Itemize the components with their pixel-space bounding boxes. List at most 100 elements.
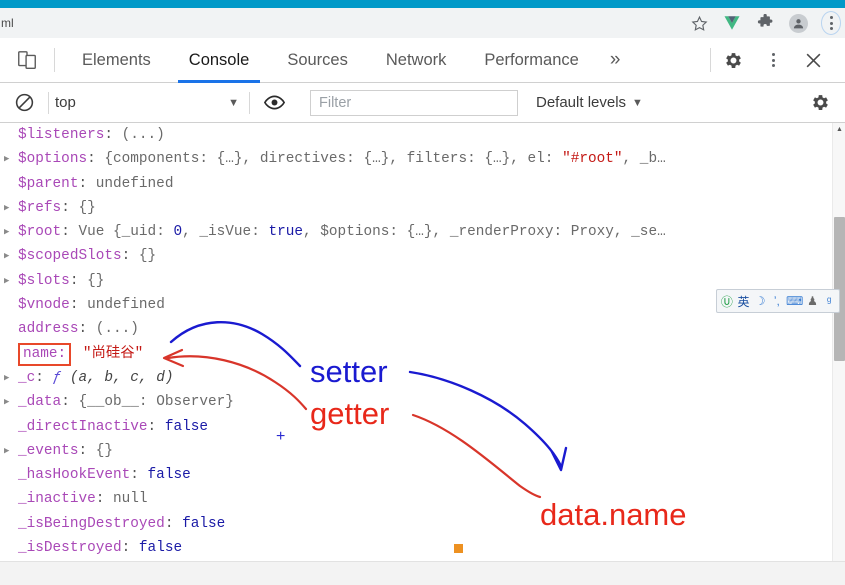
property-separator: : [61, 224, 79, 241]
property-separator: : [147, 418, 165, 435]
console-property-row[interactable]: $options: {components: {…}, directives: … [0, 147, 845, 171]
more-tabs-chevron-icon[interactable]: » [598, 38, 633, 83]
expand-triangle-icon[interactable] [4, 390, 9, 414]
console-property-row[interactable]: $refs: {} [0, 196, 845, 220]
property-value-segment: 0 [173, 224, 183, 241]
console-property-row[interactable]: _data: {__ob__: Observer} [0, 390, 845, 414]
tab-performance[interactable]: Performance [465, 38, 597, 83]
tab-elements[interactable]: Elements [63, 38, 170, 83]
property-value: undefined [87, 297, 165, 314]
expand-triangle-icon[interactable] [4, 269, 9, 293]
ime-halfwidth-moon-icon[interactable]: ☽ [753, 292, 767, 310]
console-property-row[interactable]: $listeners: (...) [0, 123, 845, 147]
devtools-more-options-icon[interactable] [755, 38, 791, 83]
property-key: _data [18, 394, 62, 411]
profile-avatar-icon[interactable] [788, 13, 808, 33]
console-property-row[interactable]: _directInactive: false [0, 415, 845, 439]
console-property-row[interactable]: _events: {} [0, 439, 845, 463]
property-separator: : [61, 394, 79, 411]
property-separator: : [104, 127, 122, 143]
property-value: {} [138, 248, 157, 265]
annotation-data-name-label: data.name [540, 497, 687, 532]
console-settings-gear-icon[interactable] [810, 92, 845, 113]
property-value: {__ob__: Observer} [78, 394, 234, 411]
ime-punctuation-icon[interactable]: ʼ, [770, 292, 784, 310]
property-key: name: [18, 342, 72, 366]
property-value-segment: , _isVue: [182, 224, 269, 241]
console-property-row[interactable]: _c: ƒ (a, b, c, d) [0, 366, 845, 390]
console-property-row[interactable]: $parent: undefined [0, 172, 845, 196]
console-property-row[interactable]: _isDestroyed: false [0, 536, 845, 560]
property-key: $parent [18, 175, 79, 192]
property-value-segment: , $options: {…}, _renderProxy: Proxy, _s… [303, 224, 666, 241]
kebab-menu-icon[interactable] [821, 11, 841, 35]
tab-network[interactable]: Network [367, 38, 466, 83]
console-property-row[interactable]: _inactive: null [0, 487, 845, 511]
scrollbar-up-arrow-icon[interactable]: ▲ [833, 123, 845, 136]
execution-context-value: top [55, 94, 76, 111]
devtools-tabbar-actions [710, 38, 845, 83]
execution-context-dropdown[interactable]: top ▼ [49, 83, 249, 123]
property-value: false [138, 540, 183, 557]
filter-input[interactable]: Filter [310, 89, 518, 116]
property-separator [74, 346, 83, 362]
property-key: $scopedSlots [18, 248, 122, 265]
expand-triangle-icon[interactable] [4, 244, 9, 268]
omnibox-url-text[interactable]: ml [0, 16, 14, 30]
gear-icon[interactable] [715, 38, 751, 83]
console-scrollbar[interactable]: ▲ [832, 123, 845, 561]
console-property-row[interactable]: _isBeingDestroyed: false [0, 512, 845, 536]
star-icon[interactable] [689, 13, 709, 33]
live-expression-eye-icon[interactable] [250, 83, 298, 123]
property-key: address [18, 321, 79, 338]
console-prompt-area[interactable] [0, 561, 845, 585]
clear-console-icon[interactable] [0, 83, 48, 123]
ime-language-chinese-icon[interactable]: 英 [737, 292, 751, 310]
ime-toolbox-wrench-icon[interactable]: ᵍ [822, 292, 836, 310]
console-property-row[interactable]: address: (...) [0, 317, 845, 341]
devtools-tab-list: Elements Console Sources Network Perform… [63, 38, 632, 83]
device-toolbar-icon[interactable] [0, 38, 54, 83]
log-levels-dropdown[interactable]: Default levels ▼ [536, 94, 643, 111]
ime-user-icon[interactable]: ♟ [806, 292, 820, 310]
vue-devtools-icon[interactable] [722, 13, 742, 33]
expand-triangle-icon[interactable] [4, 439, 9, 463]
property-key: $slots [18, 272, 70, 289]
property-separator: : [78, 442, 96, 459]
expand-triangle-icon[interactable] [4, 220, 9, 244]
puzzle-piece-icon[interactable] [755, 13, 775, 33]
browser-window: ml Elements Console Sources Network Perf… [0, 0, 845, 585]
property-key: _inactive [18, 491, 96, 508]
property-separator: : [130, 467, 148, 484]
devtools-tabbar: Elements Console Sources Network Perform… [0, 38, 845, 83]
tab-console[interactable]: Console [170, 38, 269, 83]
property-value-segment: {components: {…}, directives: {…}, filte… [104, 151, 563, 168]
expand-triangle-icon[interactable] [4, 366, 9, 390]
property-value: (...) [95, 321, 139, 338]
ime-floating-toolbar[interactable]: Ⓤ 英 ☽ ʼ, ⌨ ♟ ᵍ [716, 289, 840, 313]
tab-sources[interactable]: Sources [268, 38, 367, 83]
expand-triangle-icon[interactable] [4, 196, 9, 220]
annotation-getter-label: getter [310, 396, 390, 431]
console-property-row[interactable]: name: "尚硅谷" [0, 342, 845, 366]
property-separator: : [121, 540, 139, 557]
expand-triangle-icon[interactable] [4, 147, 9, 171]
console-filter-toolbar: top ▼ Filter Default levels ▼ [0, 83, 845, 123]
console-property-row[interactable]: $root: Vue {_uid: 0, _isVue: true, $opti… [0, 220, 845, 244]
property-key: $listeners [18, 127, 105, 143]
property-value-segment: Vue {_uid: [78, 224, 174, 241]
close-icon[interactable] [795, 38, 831, 83]
tabbar-divider-right [710, 48, 711, 72]
property-separator: : [69, 297, 88, 314]
console-property-row[interactable]: $scopedSlots: {} [0, 244, 845, 268]
property-key: _hasHookEvent [18, 467, 131, 484]
property-separator: : [87, 151, 105, 168]
console-property-row[interactable]: _hasHookEvent: false [0, 463, 845, 487]
ime-soft-keyboard-icon[interactable]: ⌨ [786, 292, 803, 310]
ime-logo-icon[interactable]: Ⓤ [720, 292, 734, 310]
property-key: $vnode [18, 297, 70, 314]
cursor-plus-icon: + [276, 428, 286, 445]
console-output[interactable]: $listeners: (...)$options: {components: … [0, 123, 845, 561]
property-value-segment: "#root" [562, 151, 623, 168]
orange-marker-dot [454, 544, 463, 553]
